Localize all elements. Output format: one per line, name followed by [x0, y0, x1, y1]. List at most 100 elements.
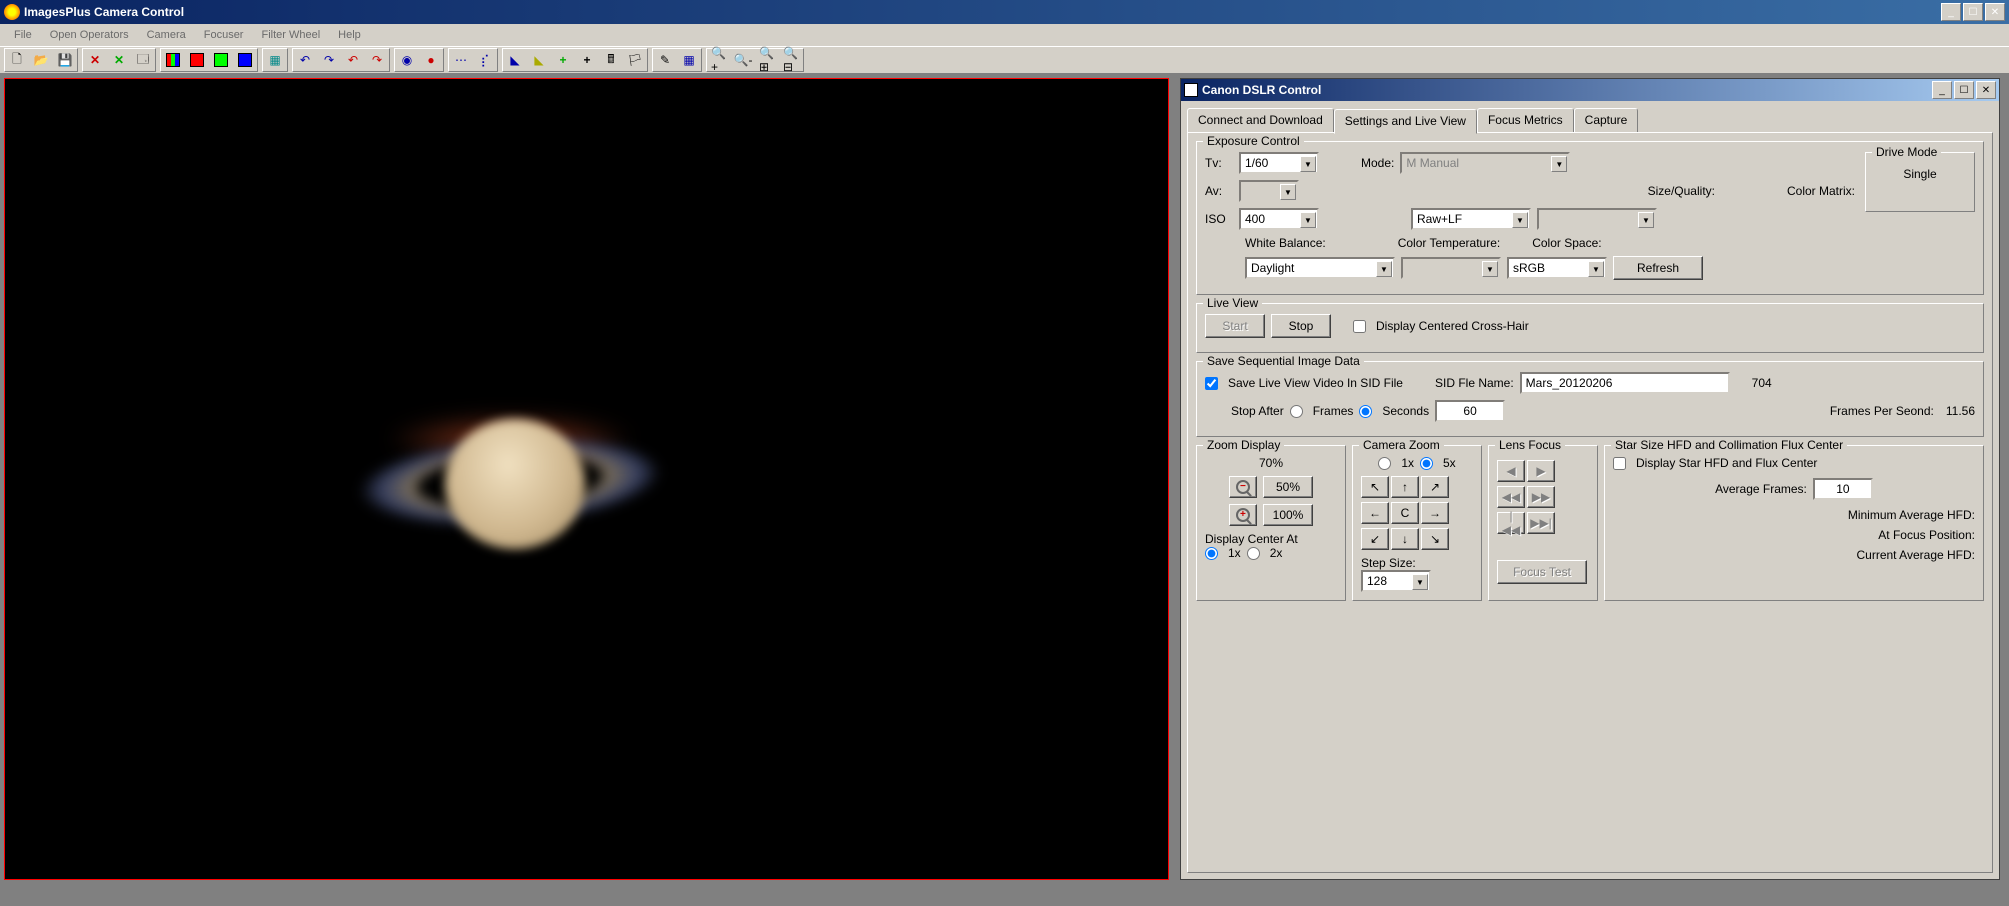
tb-zoom-reset[interactable]: 🔍⊟	[779, 49, 803, 71]
red-swatch-icon	[190, 53, 204, 67]
tb-zoom-in[interactable]: 🔍+	[707, 49, 731, 71]
tb-open[interactable]: 📂	[29, 49, 53, 71]
tb-hist1[interactable]: ◣	[503, 49, 527, 71]
nav-nw-button[interactable]: ↖	[1361, 476, 1389, 498]
menu-focuser[interactable]: Focuser	[196, 27, 252, 43]
tb-grid[interactable]: ▦	[263, 49, 287, 71]
tb-zoom-fit[interactable]: 🔍⊞	[755, 49, 779, 71]
size-quality-select[interactable]	[1411, 208, 1531, 230]
tb-dot2[interactable]: ●	[419, 49, 443, 71]
av-select[interactable]	[1239, 180, 1299, 202]
stop-after-label: Stop After	[1231, 404, 1284, 418]
refresh-button[interactable]: Refresh	[1613, 256, 1703, 280]
avgframes-input[interactable]	[1813, 478, 1873, 500]
tb-red[interactable]	[185, 49, 209, 71]
tb-green[interactable]	[209, 49, 233, 71]
stepsize-select[interactable]	[1361, 570, 1431, 592]
tb-window[interactable]: 🗔	[131, 49, 155, 71]
crosshair-checkbox[interactable]	[1353, 320, 1366, 333]
center-1x-radio[interactable]	[1205, 547, 1218, 560]
nav-se-button[interactable]: ↘	[1421, 528, 1449, 550]
nav-s-button[interactable]: ↓	[1391, 528, 1419, 550]
save-sid-fieldset: Save Sequential Image Data Save Live Vie…	[1196, 361, 1984, 437]
stop-seconds-radio[interactable]	[1359, 405, 1372, 418]
tb-pencil[interactable]: ✎	[653, 49, 677, 71]
tb-dot1[interactable]: ◉	[395, 49, 419, 71]
focus-r3-button[interactable]: ▶▶|	[1527, 512, 1555, 534]
tab-settings-liveview[interactable]: Settings and Live View	[1334, 109, 1477, 134]
focus-r2-button[interactable]: ▶▶	[1527, 486, 1555, 508]
dialog-close-button[interactable]: ✕	[1976, 81, 1996, 99]
stepsize-label: Step Size:	[1361, 556, 1473, 570]
camzoom-5x-radio[interactable]	[1420, 457, 1433, 470]
focus-r1-button[interactable]: ▶	[1527, 460, 1555, 482]
menu-open-operators[interactable]: Open Operators	[42, 27, 137, 43]
image-preview[interactable]	[4, 78, 1169, 880]
tb-cross-black[interactable]: +	[575, 49, 599, 71]
focus-l2-button[interactable]: ◀◀	[1497, 486, 1525, 508]
display-hfd-checkbox[interactable]	[1613, 457, 1626, 470]
zoom-out-button[interactable]: −	[1229, 476, 1257, 498]
tb-chart[interactable]: ⡎	[473, 49, 497, 71]
tb-save[interactable]: 💾	[53, 49, 77, 71]
tb-calc[interactable]: 🖩	[599, 49, 623, 71]
tb-undo-blue[interactable]: ↶	[293, 49, 317, 71]
color-matrix-select[interactable]	[1537, 208, 1657, 230]
iso-select[interactable]	[1239, 208, 1319, 230]
nav-n-button[interactable]: ↑	[1391, 476, 1419, 498]
tb-rgb[interactable]	[161, 49, 185, 71]
tab-focus-metrics[interactable]: Focus Metrics	[1477, 108, 1574, 133]
menu-file[interactable]: File	[6, 27, 40, 43]
stop-frames-radio[interactable]	[1290, 405, 1303, 418]
tb-redo-blue[interactable]: ↷	[317, 49, 341, 71]
focus-test-button[interactable]: Focus Test	[1497, 560, 1587, 584]
stop-value-input[interactable]	[1435, 400, 1505, 422]
tb-blue[interactable]	[233, 49, 257, 71]
menu-help[interactable]: Help	[330, 27, 369, 43]
focus-l3-button[interactable]: |◀◀	[1497, 512, 1525, 534]
nav-sw-button[interactable]: ↙	[1361, 528, 1389, 550]
save-sid-checkbox[interactable]	[1205, 377, 1218, 390]
minimize-button[interactable]: _	[1941, 3, 1961, 21]
tv-select[interactable]	[1239, 152, 1319, 174]
nav-ne-button[interactable]: ↗	[1421, 476, 1449, 498]
nav-w-button[interactable]: ←	[1361, 502, 1389, 524]
mode-select[interactable]	[1400, 152, 1570, 174]
tb-new[interactable]: 🗋	[5, 49, 29, 71]
tb-dots[interactable]: ⋯	[449, 49, 473, 71]
menu-filter-wheel[interactable]: Filter Wheel	[253, 27, 328, 43]
nav-center-button[interactable]: C	[1391, 502, 1419, 524]
tab-capture[interactable]: Capture	[1574, 108, 1639, 133]
zoom-100-button[interactable]: 100%	[1263, 504, 1313, 526]
tb-zoom-out[interactable]: 🔍-	[731, 49, 755, 71]
tab-connect[interactable]: Connect and Download	[1187, 108, 1334, 133]
camzoom-1x-radio[interactable]	[1378, 457, 1391, 470]
maximize-button[interactable]: ☐	[1963, 3, 1983, 21]
tb-cancel[interactable]: ✕	[107, 49, 131, 71]
center-2x-radio[interactable]	[1247, 547, 1260, 560]
dialog-minimize-button[interactable]: _	[1932, 81, 1952, 99]
tb-delete[interactable]: ✕	[83, 49, 107, 71]
liveview-stop-button[interactable]: Stop	[1271, 314, 1331, 338]
zoom-in-button[interactable]: +	[1229, 504, 1257, 526]
tb-undo-red[interactable]: ↶	[341, 49, 365, 71]
sid-fname-input[interactable]	[1520, 372, 1730, 394]
focus-l1-button[interactable]: ◀	[1497, 460, 1525, 482]
color-temp-select[interactable]	[1401, 257, 1501, 279]
display-center-label: Display Center At	[1205, 532, 1337, 546]
color-space-select[interactable]	[1507, 257, 1607, 279]
white-balance-select[interactable]	[1245, 257, 1395, 279]
zoom-50-button[interactable]: 50%	[1263, 476, 1313, 498]
liveview-start-button[interactable]: Start	[1205, 314, 1265, 338]
dialog-maximize-button[interactable]: ☐	[1954, 81, 1974, 99]
tb-gridblue[interactable]: ▦	[677, 49, 701, 71]
tb-cross-green[interactable]: +	[551, 49, 575, 71]
nav-e-button[interactable]: →	[1421, 502, 1449, 524]
tb-flag[interactable]: 🏳	[623, 49, 647, 71]
menu-camera[interactable]: Camera	[139, 27, 194, 43]
tb-redo-red[interactable]: ↷	[365, 49, 389, 71]
close-button[interactable]: ✕	[1985, 3, 2005, 21]
drive-mode-legend: Drive Mode	[1872, 145, 1941, 159]
histogram-yellow-icon: ◣	[531, 52, 547, 68]
tb-hist2[interactable]: ◣	[527, 49, 551, 71]
